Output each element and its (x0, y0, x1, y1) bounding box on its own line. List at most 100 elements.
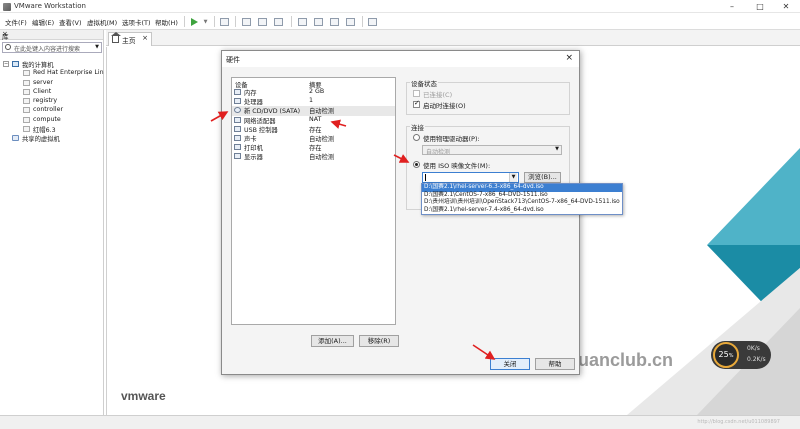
snapshot-manager-icon[interactable] (272, 15, 285, 28)
device-row-processor[interactable]: 处理器 1 (232, 97, 395, 106)
search-dropdown-icon[interactable]: ▼ (95, 44, 99, 50)
menu-edit[interactable]: 编辑(E) (32, 17, 54, 27)
tree-item-vm[interactable]: Client (3, 88, 103, 97)
device-summary: 2 GB (309, 88, 325, 95)
sound-card-icon (234, 134, 241, 141)
tree-item-label: compute (33, 115, 61, 123)
computer-icon (12, 61, 19, 67)
gauge-percent: 25% (713, 342, 739, 368)
power-dropdown-icon[interactable]: ▼ (199, 15, 212, 28)
vm-icon (23, 98, 30, 105)
browse-button[interactable]: 浏览(B)... (524, 172, 561, 183)
device-row-display[interactable]: 显示器 自动检测 (232, 152, 395, 161)
device-row-sound-card[interactable]: 声卡 自动检测 (232, 134, 395, 143)
iso-option[interactable]: D:\国赛2.1\CentOS-7-x86_64-DVD-1511.iso (422, 192, 622, 200)
remove-device-button[interactable]: 移除(R) (359, 335, 399, 347)
close-button[interactable]: 关闭 (490, 358, 530, 370)
tree-item-vm[interactable]: Red Hat Enterprise Lin (3, 69, 104, 78)
tree-item-label: registry (33, 97, 58, 105)
status-bar: http://blog.csdn.net/u011089897 (0, 415, 800, 429)
chevron-down-icon: ▼ (555, 146, 559, 152)
tree-item-label: server (33, 78, 53, 86)
usb-icon (234, 125, 241, 132)
device-row-cd-dvd[interactable]: 新 CD/DVD (SATA) 自动检测 (232, 106, 395, 116)
tree-item-vm[interactable]: 红帽6.3 (3, 125, 103, 134)
device-list-header: 设备 摘要 (232, 78, 395, 89)
shared-vm-icon (12, 135, 19, 142)
device-summary: 自动检测 (309, 135, 335, 143)
device-row-usb-controller[interactable]: USB 控制器 存在 (232, 125, 395, 134)
device-name: 打印机 (244, 145, 263, 153)
tab-bar: 主页 × (106, 30, 800, 46)
snapshot-icon[interactable] (240, 15, 253, 28)
tab-home[interactable]: 主页 × (108, 32, 152, 46)
library-search-input[interactable]: 在此处键入内容进行搜索 ▼ (2, 42, 102, 53)
send-ctrl-alt-del-icon[interactable] (218, 15, 231, 28)
iso-option[interactable]: D:\贵州培训\贵州培训\OpenStack713\CentOS-7-x86_6… (422, 199, 622, 207)
connect-at-power-on-checkbox[interactable] (413, 99, 420, 108)
tree-item-vm[interactable]: compute (3, 116, 103, 125)
device-name: 声卡 (244, 135, 257, 143)
tree-item-vm[interactable]: server (3, 79, 103, 88)
tree-item-my-computer[interactable]: − 我的计算机 (3, 60, 103, 69)
device-name: 网络适配器 (244, 117, 276, 125)
vm-icon (23, 88, 30, 95)
tab-home-label: 主页 (122, 37, 136, 45)
console-view-icon[interactable] (366, 15, 379, 28)
device-row-printer[interactable]: 打印机 存在 (232, 143, 395, 152)
maximize-icon[interactable]: □ (746, 0, 774, 13)
dialog-title-bar: 硬件 × (222, 51, 579, 67)
vm-icon (23, 116, 30, 123)
tree-item-label: Client (33, 87, 52, 95)
connected-label: 已连接(C) (423, 91, 453, 99)
menu-file[interactable]: 文件(F) (5, 17, 27, 27)
device-row-network-adapter[interactable]: 网络适配器 NAT (232, 116, 395, 125)
help-button[interactable]: 帮助 (535, 358, 575, 370)
device-summary: 自动检测 (309, 108, 335, 116)
iso-option[interactable]: D:\国赛2.1\rhel-server-6.3-x86_64-dvd.iso (422, 184, 622, 192)
menu-view[interactable]: 查看(V) (59, 17, 82, 27)
device-row-memory[interactable]: 内存 2 GB (232, 88, 395, 97)
unity-icon[interactable] (344, 15, 357, 28)
iso-option[interactable]: D:\国赛2.1\rhel-server-7.4-x86_64-dvd.iso (422, 207, 622, 215)
library-close-icon[interactable]: × (2, 30, 100, 38)
menu-bar: 文件(F) 编辑(E) 查看(V) 虚拟机(M) 选项卡(T) 帮助(H) ▼ (0, 13, 800, 30)
gauge-download: 0.2K/s (747, 356, 766, 363)
thumbnail-bar-icon[interactable] (312, 15, 325, 28)
minimize-icon[interactable]: – (718, 0, 746, 13)
tree-item-vm[interactable]: registry (3, 97, 103, 106)
display-icon (234, 153, 241, 160)
use-physical-drive-radio[interactable] (413, 134, 420, 141)
menu-tabs[interactable]: 选项卡(T) (122, 17, 151, 27)
connection-title: 连接 (410, 122, 425, 132)
vmware-logo: vmware (121, 389, 166, 403)
show-library-icon[interactable] (296, 15, 309, 28)
tree-item-label: 共享的虚拟机 (22, 136, 60, 144)
tree-item-shared-vms[interactable]: 共享的虚拟机 (3, 134, 103, 143)
tab-close-icon[interactable]: × (142, 34, 148, 42)
dialog-title: 硬件 (226, 56, 240, 64)
tree-item-vm[interactable]: controller (3, 106, 103, 115)
device-name: USB 控制器 (244, 126, 278, 134)
vm-icon (23, 107, 30, 114)
use-iso-image-radio[interactable] (413, 161, 420, 168)
performance-gauge: 25% 0K/s 0.2K/s (711, 341, 771, 369)
close-icon[interactable]: ✕ (772, 0, 800, 13)
library-pane: 库 × 在此处键入内容进行搜索 ▼ − 我的计算机 Red Hat Enterp… (0, 30, 104, 415)
add-device-button[interactable]: 添加(A)... (311, 335, 354, 347)
connected-checkbox[interactable] (413, 90, 420, 97)
iso-path-input[interactable]: ▼ (422, 172, 519, 183)
tree-item-label: 我的计算机 (22, 62, 54, 69)
device-summary: 存在 (309, 126, 322, 134)
device-summary: 1 (309, 97, 314, 105)
physical-drive-select[interactable]: 自动检测 ▼ (422, 145, 562, 156)
collapse-icon[interactable]: − (3, 61, 9, 67)
revert-snapshot-icon[interactable] (256, 15, 269, 28)
library-header: 库 × (0, 30, 103, 41)
status-url: http://blog.csdn.net/u011089897 (697, 419, 780, 425)
menu-vm[interactable]: 虚拟机(M) (87, 17, 117, 27)
full-screen-icon[interactable] (328, 15, 341, 28)
dialog-close-icon[interactable]: × (565, 53, 573, 63)
menu-help[interactable]: 帮助(H) (155, 17, 178, 27)
chevron-down-icon[interactable]: ▼ (509, 173, 517, 182)
